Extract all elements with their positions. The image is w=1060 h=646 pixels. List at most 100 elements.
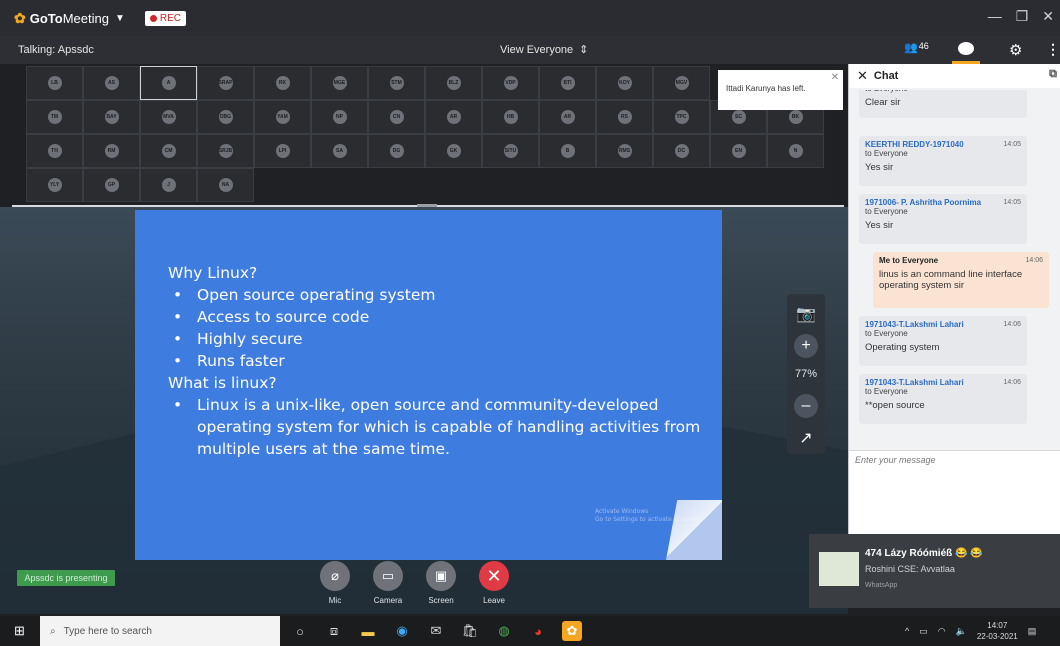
gear-icon[interactable]: ⚙ [1009, 41, 1022, 59]
webcam-tile[interactable]: A [140, 66, 197, 100]
gotomeeting-taskbar-icon[interactable]: ✿ [562, 621, 582, 641]
chat-text: linus is an command line interface opera… [879, 269, 1023, 291]
webcam-tile[interactable]: NA [197, 168, 254, 202]
webcam-tile[interactable]: YLY [26, 168, 83, 202]
webcam-tile[interactable]: SRJB [197, 134, 254, 168]
webcam-tile[interactable]: YAM [254, 100, 311, 134]
close-icon[interactable]: ✕ [831, 72, 839, 83]
view-selector[interactable]: View Everyone ⇕ [500, 43, 588, 57]
windows-taskbar: ⊞ ⌕ Type here to search ○ ⧈ ▬ ◉ ✉ 🛍 ◍ ◕ … [0, 616, 1060, 646]
webcam-tile[interactable]: GK [425, 134, 482, 168]
chrome-alt-icon[interactable]: ◍ [494, 621, 514, 641]
recording-badge[interactable]: REC [144, 10, 186, 26]
webcam-tile[interactable]: EN [710, 134, 767, 168]
webcam-tile[interactable]: BLZ [425, 66, 482, 100]
webcam-tile[interactable]: VDP [482, 66, 539, 100]
participant-avatar: B [560, 144, 575, 158]
file-explorer-icon[interactable]: ▬ [358, 621, 378, 641]
webcam-tile[interactable]: MVA [140, 100, 197, 134]
webcam-tile[interactable]: AR [425, 100, 482, 134]
webcam-tile[interactable]: KOY [596, 66, 653, 100]
webcam-tile[interactable]: J [140, 168, 197, 202]
volume-icon[interactable]: 🔈 [956, 626, 967, 637]
zoom-out-button[interactable]: – [794, 394, 818, 418]
webcam-tile[interactable]: LPI [254, 134, 311, 168]
webcam-tile[interactable]: RS [596, 100, 653, 134]
tray-chevron-icon[interactable]: ^ [905, 626, 909, 636]
webcam-tile[interactable]: CM [140, 134, 197, 168]
webcam-tile[interactable]: DG [368, 134, 425, 168]
restore-button[interactable]: ❐ [1016, 8, 1029, 25]
windows-start-icon[interactable]: ⊞ [14, 623, 25, 639]
mic-off-icon[interactable]: ⌀ [320, 561, 350, 591]
camera-control[interactable]: ▭ Camera [371, 561, 405, 605]
webcam-tile[interactable]: SA [311, 134, 368, 168]
popout-icon[interactable]: ⧉ [1049, 68, 1057, 81]
screen-control[interactable]: ▣ Screen [424, 561, 458, 605]
notification-center-icon[interactable]: ▤ [1028, 626, 1037, 637]
chat-message-list[interactable]: to Everyone Clear sir KEERTHI REDDY-197104… [849, 90, 1060, 450]
webcam-tile[interactable]: AR [539, 100, 596, 134]
webcam-tile[interactable]: TPC [653, 100, 710, 134]
app-menu[interactable]: ✿ GoTo Meeting ▼ [14, 10, 125, 27]
chat-message-input[interactable]: Enter your message [849, 450, 1060, 534]
battery-icon[interactable]: ▭ [919, 626, 928, 637]
webcam-tile[interactable]: DC [653, 134, 710, 168]
webcam-tile[interactable]: NP [311, 100, 368, 134]
chat-toggle-button[interactable] [952, 36, 980, 64]
camera-off-icon[interactable]: ▭ [373, 561, 403, 591]
edge-icon[interactable]: ◉ [392, 621, 412, 641]
taskbar-search[interactable]: ⌕ Type here to search [40, 616, 280, 646]
webcam-tile[interactable]: DBG [197, 100, 254, 134]
more-options-icon[interactable]: ⋮ [1046, 41, 1060, 58]
webcam-tile[interactable]: SITU [482, 134, 539, 168]
webcam-tile[interactable]: AS [83, 66, 140, 100]
participant-avatar: MVA [161, 110, 176, 124]
close-button[interactable]: ✕ [1042, 8, 1054, 25]
webcam-tile[interactable]: TM [26, 100, 83, 134]
mic-control[interactable]: ⌀ Mic [318, 561, 352, 605]
webcam-tile[interactable]: HB [482, 100, 539, 134]
webcam-tile[interactable]: LB [26, 66, 83, 100]
webcam-tile[interactable]: MGV [653, 66, 710, 100]
webcam-tile[interactable]: RMS [596, 134, 653, 168]
participant-avatar: BK [788, 110, 803, 124]
wifi-icon[interactable]: ◠ [938, 626, 946, 637]
webcam-tile[interactable]: RM [83, 134, 140, 168]
webcam-tile[interactable]: GP [83, 168, 140, 202]
webcam-tile[interactable]: MGE [311, 66, 368, 100]
task-view-icon[interactable]: ⧈ [324, 621, 344, 641]
leave-icon[interactable]: ✕ [479, 561, 509, 591]
popout-icon[interactable]: ↗ [794, 426, 818, 450]
webcam-tile[interactable]: B [539, 134, 596, 168]
minimize-button[interactable]: — [988, 8, 1002, 25]
chat-header: ✕ Chat ⧉ [849, 64, 1060, 88]
close-icon[interactable]: ✕ [857, 68, 868, 84]
participant-avatar: AS [104, 76, 119, 90]
chrome-icon[interactable]: ◕ [528, 621, 548, 641]
chat-message: KEERTHI REDDY-1971040 to Everyone 14:05 Yes… [859, 136, 1027, 186]
store-icon[interactable]: 🛍 [460, 621, 480, 641]
webcam-tile[interactable]: SRAP [197, 66, 254, 100]
whatsapp-notification[interactable]: 474 Lázy Róómiéß 😂 😂 Roshini CSE: Avvatl… [809, 534, 1060, 608]
zoom-in-button[interactable]: + [794, 334, 818, 358]
webcam-tile[interactable]: CN [368, 100, 425, 134]
webcam-tile[interactable]: RK [254, 66, 311, 100]
participant-avatar: YLY [47, 178, 62, 192]
attendee-count: 46 [918, 41, 929, 51]
webcam-tile[interactable]: BAY [83, 100, 140, 134]
snapshot-camera-icon[interactable]: 📷 [794, 302, 818, 326]
screen-share-icon[interactable]: ▣ [426, 561, 456, 591]
slide-bullet: Open source operating system [168, 284, 708, 306]
webcam-tile[interactable]: BTI [539, 66, 596, 100]
leave-control[interactable]: ✕ Leave [477, 561, 511, 605]
webcam-tile[interactable]: TH [26, 134, 83, 168]
attendees-button[interactable]: 👥 46 [904, 41, 929, 54]
webcam-tile[interactable]: N [767, 134, 824, 168]
webcam-tile[interactable]: STM [368, 66, 425, 100]
chat-sender: 1971006- P. Ashritha Poornima [865, 198, 982, 207]
cortana-icon[interactable]: ○ [290, 621, 310, 641]
participant-avatar: RK [275, 76, 290, 90]
mail-icon[interactable]: ✉ [426, 621, 446, 641]
taskbar-clock[interactable]: 14:07 22-03-2021 [977, 620, 1018, 642]
